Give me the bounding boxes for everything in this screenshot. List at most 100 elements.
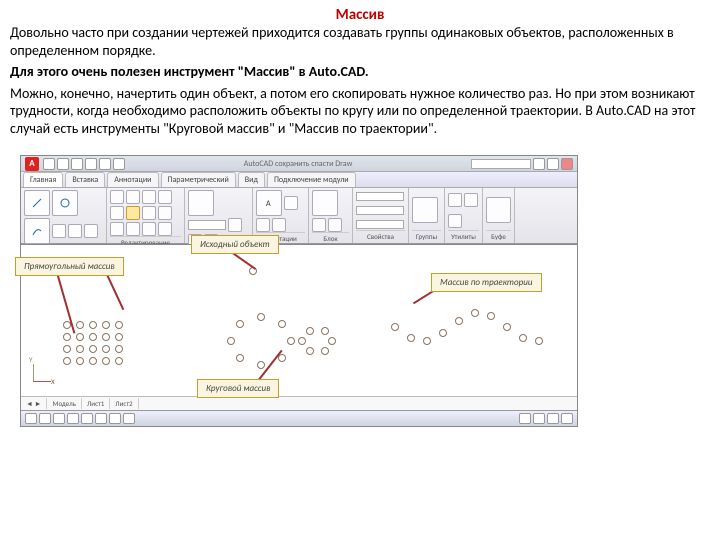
- edit-block-icon[interactable]: [328, 218, 342, 232]
- polar-outer-circle: [227, 337, 235, 345]
- pline-icon[interactable]: [52, 224, 66, 238]
- search-input[interactable]: [471, 159, 531, 169]
- create-block-icon[interactable]: [312, 218, 326, 232]
- paste-icon[interactable]: [486, 197, 511, 223]
- min-icon[interactable]: [533, 158, 545, 170]
- sheet-1[interactable]: Лист1: [82, 398, 110, 409]
- path-array-circle: [519, 334, 527, 342]
- status-polar-icon[interactable]: [67, 413, 79, 424]
- color-combo[interactable]: [356, 192, 404, 201]
- status-dyn-icon[interactable]: [109, 413, 121, 424]
- callout-polar: Круговой массив: [197, 379, 279, 398]
- dim-icon[interactable]: [284, 196, 298, 210]
- tab-view[interactable]: Вид: [238, 172, 265, 187]
- group-icon[interactable]: [412, 197, 438, 223]
- polar-outer-circle: [257, 313, 265, 321]
- callout-rect: Прямоугольный массив: [15, 257, 124, 276]
- polar-outer-circle: [278, 354, 286, 362]
- status-iso-icon[interactable]: [561, 413, 573, 424]
- move-icon[interactable]: [110, 190, 124, 204]
- tab-insert[interactable]: Вставка: [65, 172, 105, 187]
- status-osnap-icon[interactable]: [81, 413, 93, 424]
- paragraph-3: Можно, конечно, начертить один объект, а…: [10, 85, 710, 138]
- tab-home[interactable]: Главная: [23, 172, 63, 187]
- insert-block-icon[interactable]: [312, 190, 338, 216]
- rect-array-circle: [102, 333, 110, 341]
- polar-inner-circle: [298, 337, 306, 345]
- select-icon[interactable]: [464, 193, 478, 207]
- ltype-combo[interactable]: [356, 206, 404, 215]
- sheet-2[interactable]: Лист2: [110, 398, 138, 409]
- status-grid-icon[interactable]: [39, 413, 51, 424]
- table-icon[interactable]: [272, 218, 286, 232]
- offset-icon[interactable]: [126, 222, 140, 236]
- status-lwt-icon[interactable]: [123, 413, 135, 424]
- lweight-combo[interactable]: [356, 220, 404, 229]
- trim-icon[interactable]: [110, 206, 124, 220]
- close-icon[interactable]: [561, 158, 573, 170]
- window-title: AutoCAD сохранить спасти Draw: [127, 159, 469, 169]
- qat-undo-icon[interactable]: [85, 158, 97, 170]
- rect-icon[interactable]: [68, 224, 82, 238]
- copy-icon[interactable]: [126, 190, 140, 204]
- calc-icon[interactable]: [448, 214, 462, 228]
- callout-path: Массив по траектории: [431, 273, 542, 292]
- drawing-canvas[interactable]: Исходный объект Прямоугольный массив Мас…: [21, 244, 577, 396]
- rotate-icon[interactable]: [142, 190, 156, 204]
- path-array-circle: [391, 323, 399, 331]
- polar-inner-circle: [321, 347, 329, 355]
- path-array-circle: [487, 312, 495, 320]
- layer-combo[interactable]: [188, 220, 226, 230]
- status-snap-icon[interactable]: [25, 413, 37, 424]
- tab-plugins[interactable]: Подключение модули: [267, 172, 356, 187]
- status-ann-icon[interactable]: [533, 413, 545, 424]
- max-icon[interactable]: [547, 158, 559, 170]
- sheet-model[interactable]: Модель: [47, 398, 82, 409]
- sheet-nav[interactable]: ◄ ►: [21, 398, 47, 409]
- panel-block-label: Блок: [312, 232, 349, 243]
- leader-icon[interactable]: [256, 218, 270, 232]
- rect-array-circle: [115, 321, 123, 329]
- qat-redo-icon[interactable]: [99, 158, 111, 170]
- polar-outer-circle: [236, 320, 244, 328]
- layer-props-icon[interactable]: [188, 190, 214, 216]
- circle-tool-icon[interactable]: [52, 190, 78, 216]
- text-icon[interactable]: A: [256, 190, 282, 216]
- layer-iso-icon[interactable]: [228, 218, 242, 232]
- explode-icon[interactable]: [158, 222, 172, 236]
- rect-array-circle: [102, 321, 110, 329]
- page-title: Массив: [10, 6, 710, 24]
- rect-array-circle: [102, 357, 110, 365]
- erase-icon[interactable]: [142, 222, 156, 236]
- line-tool-icon[interactable]: [24, 190, 50, 216]
- stretch-icon[interactable]: [158, 206, 172, 220]
- status-ws-icon[interactable]: [547, 413, 559, 424]
- status-otrack-icon[interactable]: [95, 413, 107, 424]
- qat-save-icon[interactable]: [71, 158, 83, 170]
- array-icon[interactable]: [126, 206, 140, 220]
- polar-outer-circle: [287, 337, 295, 345]
- hatch-icon[interactable]: [84, 224, 98, 238]
- qat-print-icon[interactable]: [113, 158, 125, 170]
- arc-tool-icon[interactable]: [24, 218, 50, 244]
- autocad-screenshot: A AutoCAD сохранить спасти Draw Главная …: [20, 155, 578, 427]
- status-ortho-icon[interactable]: [53, 413, 65, 424]
- rect-array-circle: [115, 345, 123, 353]
- ribbon: Рисование: [21, 188, 577, 244]
- y-label: Y: [29, 355, 32, 364]
- qat-new-icon[interactable]: [43, 158, 55, 170]
- status-model-icon[interactable]: [519, 413, 531, 424]
- measure-icon[interactable]: [448, 193, 462, 207]
- mirror-icon[interactable]: [158, 190, 172, 204]
- tab-parametric[interactable]: Параметрический: [161, 172, 236, 187]
- path-array-circle: [455, 317, 463, 325]
- rect-array-circle: [89, 321, 97, 329]
- qat-open-icon[interactable]: [57, 158, 69, 170]
- scale-icon[interactable]: [142, 206, 156, 220]
- rect-array-circle: [76, 321, 84, 329]
- x-label: X: [51, 377, 55, 386]
- fillet-icon[interactable]: [110, 222, 124, 236]
- tab-annotate[interactable]: Аннотации: [107, 172, 158, 187]
- path-array-circle: [503, 323, 511, 331]
- panel-utils: Утилиты: [445, 188, 483, 243]
